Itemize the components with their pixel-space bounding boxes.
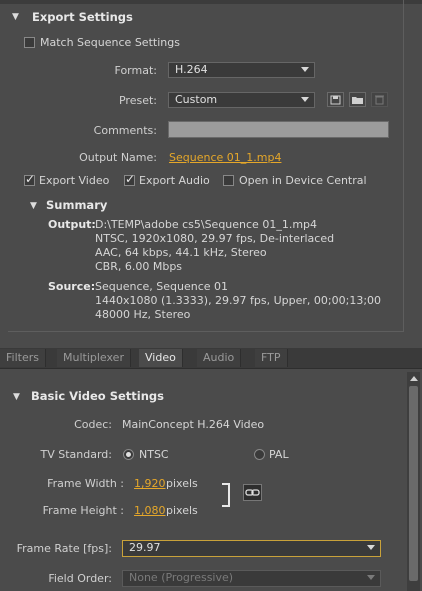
tv-standard-label: TV Standard:	[40, 448, 113, 461]
export-audio-checkbox[interactable]	[124, 172, 135, 186]
tab-ftp[interactable]: FTP	[255, 349, 288, 367]
summary-output-label: Output:	[48, 218, 96, 231]
summary-output-block: D:\TEMP\adobe cs5\Sequence 01_1.mp4 NTSC…	[95, 218, 334, 274]
format-dropdown[interactable]: H.264	[168, 62, 315, 78]
top-strip	[0, 0, 422, 4]
comments-field[interactable]	[168, 121, 389, 138]
match-sequence-checkbox[interactable]	[24, 37, 35, 48]
tv-pal-radio[interactable]	[254, 449, 265, 460]
export-audio-label: Export Audio	[139, 174, 210, 187]
export-settings-title: Export Settings	[32, 10, 133, 24]
frame-rate-dropdown[interactable]: 29.97	[122, 540, 381, 557]
chevron-down-icon	[367, 575, 375, 580]
preset-value: Custom	[175, 93, 218, 106]
summary-source-label: Source:	[48, 280, 96, 293]
panel-right-border	[403, 0, 404, 332]
tab-multiplexer[interactable]: Multiplexer	[57, 349, 131, 367]
comments-label: Comments:	[93, 124, 157, 137]
basic-video-settings-title: Basic Video Settings	[31, 389, 164, 403]
match-sequence-label: Match Sequence Settings	[40, 36, 180, 49]
frame-width-unit: pixels	[166, 477, 198, 490]
summary-source-block: Sequence, Sequence 01 1440x1080 (1.3333)…	[95, 280, 381, 322]
frame-height-unit: pixels	[166, 504, 198, 517]
field-order-dropdown[interactable]: None (Progressive)	[122, 570, 381, 587]
format-label: Format:	[114, 64, 157, 77]
tv-ntsc-label: NTSC	[139, 448, 169, 461]
open-device-central-label: Open in Device Central	[239, 174, 367, 187]
export-video-label: Export Video	[39, 174, 110, 187]
summary-output-line: NTSC, 1920x1080, 29.97 fps, De-interlace…	[95, 232, 335, 245]
chevron-down-icon	[301, 97, 309, 102]
format-value: H.264	[175, 63, 208, 76]
summary-output-line: D:\TEMP\adobe cs5\Sequence 01_1.mp4	[95, 218, 318, 231]
summary-collapse-triangle-icon[interactable]: ▼	[30, 201, 37, 211]
tv-ntsc-radio[interactable]	[123, 449, 134, 460]
summary-source-line: Sequence, Sequence 01	[95, 280, 229, 293]
frame-width-label: Frame Width :	[47, 477, 124, 490]
frame-height-value[interactable]: 1,080	[134, 504, 166, 517]
chevron-down-icon	[301, 67, 309, 72]
dimension-link-bracket	[222, 483, 230, 507]
collapse-triangle-icon[interactable]: ▼	[12, 12, 19, 22]
output-name-label: Output Name:	[79, 151, 157, 164]
import-preset-icon[interactable]	[349, 92, 366, 107]
save-preset-icon[interactable]	[327, 92, 344, 107]
frame-height-label: Frame Height :	[42, 504, 124, 517]
codec-label: Codec:	[74, 418, 112, 431]
delete-preset-icon[interactable]	[371, 92, 388, 107]
preset-dropdown[interactable]: Custom	[168, 92, 315, 108]
summary-source-line: 1440x1080 (1.3333), 29.97 fps, Upper, 00…	[95, 294, 382, 307]
tab-video[interactable]: Video	[139, 349, 183, 367]
scrollbar-thumb[interactable]	[409, 386, 418, 581]
summary-output-line: CBR, 6.00 Mbps	[95, 260, 183, 273]
tv-pal-label: PAL	[269, 448, 289, 461]
chain-link-icon[interactable]	[243, 484, 262, 501]
output-name-link[interactable]: Sequence 01_1.mp4	[169, 151, 281, 164]
export-video-checkbox[interactable]	[24, 172, 35, 186]
frame-width-value[interactable]: 1,920	[134, 477, 166, 490]
summary-source-line: 48000 Hz, Stereo	[95, 308, 191, 321]
frame-rate-value: 29.97	[129, 541, 161, 554]
open-device-central-checkbox[interactable]	[223, 175, 234, 186]
video-collapse-triangle-icon[interactable]: ▼	[13, 392, 20, 402]
summary-output-line: AAC, 64 kbps, 44.1 kHz, Stereo	[95, 246, 267, 259]
frame-rate-label: Frame Rate [fps]:	[16, 542, 112, 555]
tab-filters[interactable]: Filters	[0, 349, 46, 367]
preset-label: Preset:	[118, 94, 157, 107]
field-order-label: Field Order:	[48, 572, 112, 585]
field-order-value: None (Progressive)	[129, 571, 234, 584]
codec-value: MainConcept H.264 Video	[122, 418, 265, 431]
chevron-down-icon	[367, 545, 375, 550]
panel-divider	[8, 331, 404, 332]
scroll-up-icon[interactable]	[410, 376, 418, 381]
tab-audio[interactable]: Audio	[197, 349, 242, 367]
summary-title: Summary	[46, 198, 108, 212]
